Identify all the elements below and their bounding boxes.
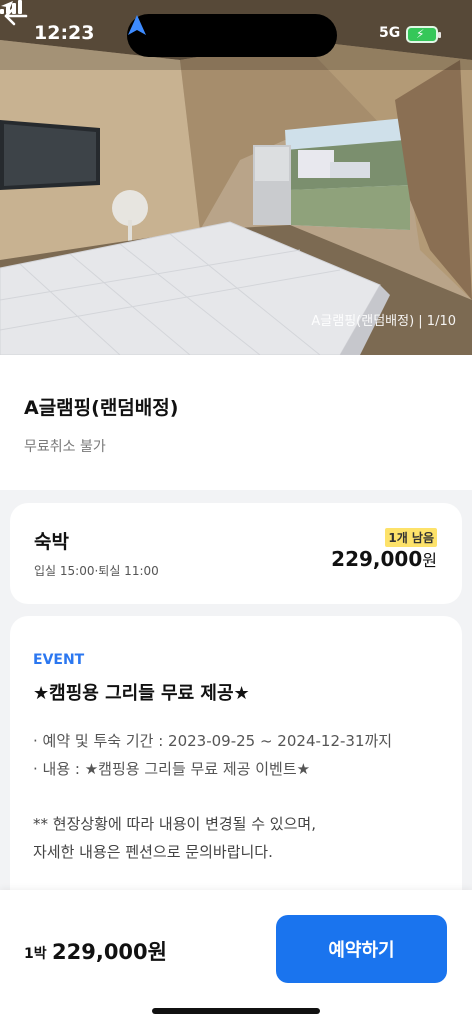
stay-price-value: 229,000 [331, 547, 423, 571]
total-price: 229,000원 [52, 940, 167, 964]
cancel-policy: 무료취소 불가 [24, 439, 106, 455]
nights-label: 1박 [24, 946, 47, 962]
event-note-line1: ** 현장상황에 따라 내용이 변경될 수 있으며, [33, 815, 316, 833]
network-type: 5G [379, 25, 401, 41]
navigation-app-icon [128, 15, 146, 35]
room-title: A글램핑(랜덤배정) [24, 397, 179, 419]
hero-photo[interactable]: 12:23 5G ⚡ A글램핑(랜덤배정) | 1/10 [0, 0, 472, 355]
event-note-line2: 자세한 내용은 펜션으로 문의바랍니다. [33, 843, 273, 861]
event-card: EVENT ★캠핑용 그리들 무료 제공★ · 예약 및 투숙 기간 : 202… [10, 616, 462, 916]
stay-price: 229,000원 [331, 547, 437, 571]
charging-bolt-icon: ⚡ [416, 27, 425, 41]
stay-price-unit: 원 [422, 551, 437, 570]
status-time: 12:23 [34, 22, 95, 44]
back-arrow-icon[interactable] [0, 0, 32, 32]
stay-option-card[interactable]: 숙박 입실 15:00·퇴실 11:00 1개 남음 229,000원 [10, 503, 462, 604]
bottom-booking-bar: 1박 229,000원 예약하기 [0, 890, 472, 1024]
remaining-badge: 1개 남음 [385, 528, 437, 547]
event-content: · 내용 : ★캠핑용 그리들 무료 제공 이벤트★ [33, 760, 311, 778]
room-title-section: A글램핑(랜덤배정) 무료취소 불가 [0, 355, 472, 490]
home-indicator[interactable] [152, 1008, 320, 1014]
checkin-checkout-times: 입실 15:00·퇴실 11:00 [34, 564, 159, 578]
dynamic-island [127, 14, 337, 57]
event-period: · 예약 및 투숙 기간 : 2023-09-25 ~ 2024-12-31까지 [33, 732, 393, 750]
book-button[interactable]: 예약하기 [276, 915, 447, 983]
photo-counter: A글램핑(랜덤배정) | 1/10 [311, 314, 456, 329]
event-tag: EVENT [33, 652, 85, 668]
event-title: ★캠핑용 그리들 무료 제공★ [33, 683, 250, 704]
stay-title: 숙박 [34, 531, 69, 553]
status-bar: 12:23 5G ⚡ [0, 0, 472, 62]
battery-icon: ⚡ [406, 26, 441, 43]
